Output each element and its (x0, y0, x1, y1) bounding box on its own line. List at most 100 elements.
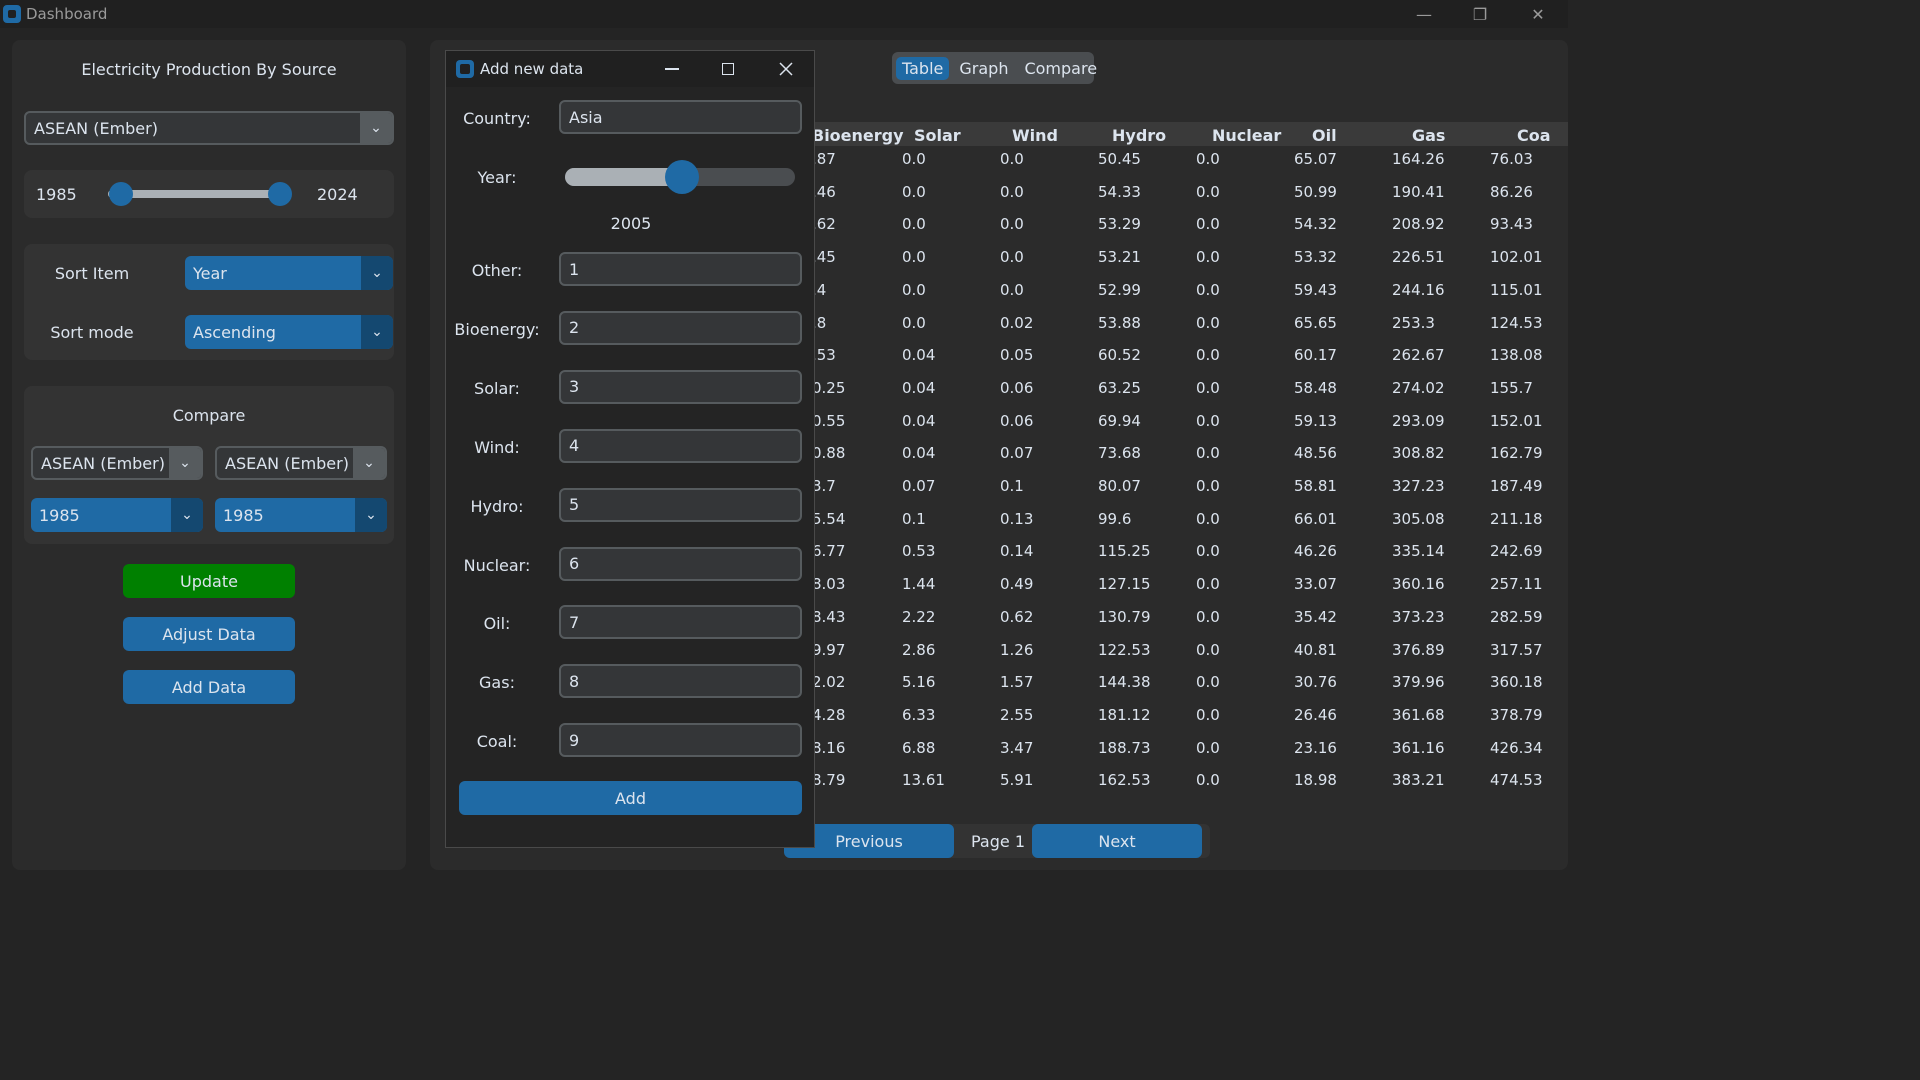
compare-region-b-value: ASEAN (Ember) (225, 453, 349, 473)
number-field[interactable]: 9 (559, 723, 802, 758)
table-cell: 0.02 (1000, 313, 1034, 332)
field-label: Hydro: (470, 496, 524, 516)
sort-mode-select[interactable]: Ascending ⌄ (185, 315, 393, 349)
compare-region-a-select[interactable]: ASEAN (Ember) ⌄ (31, 446, 203, 480)
add-button[interactable]: Add (459, 781, 802, 815)
field-label: Wind: (474, 437, 520, 457)
year-range-start: 1985 (36, 185, 77, 204)
chevron-down-icon: ⌄ (353, 448, 385, 478)
tab-graph[interactable]: Graph (953, 57, 1014, 80)
table-cell: 8.43 (812, 607, 846, 626)
table-cell: 0.0 (1196, 346, 1220, 365)
chevron-down-icon: ⌄ (355, 498, 387, 532)
table-cell: 0.0 (1196, 182, 1220, 201)
number-field[interactable]: 5 (559, 487, 802, 522)
table-cell: 335.14 (1392, 542, 1445, 561)
chevron-down-icon: ⌄ (171, 498, 203, 532)
compare-region-b-select[interactable]: ASEAN (Ember) ⌄ (215, 446, 387, 480)
table-cell: 0.25 (812, 378, 846, 397)
table-cell: 5.54 (812, 509, 846, 528)
maximize-icon[interactable] (712, 55, 744, 83)
table-cell: 474.53 (1490, 771, 1543, 790)
number-field[interactable]: 7 (559, 605, 802, 640)
table-cell: 211.18 (1490, 509, 1543, 528)
close-icon[interactable]: ✕ (1510, 0, 1566, 28)
table-cell: 65.65 (1294, 313, 1337, 332)
compare-year-a-select[interactable]: 1985 ⌄ (31, 498, 203, 532)
sort-item-select[interactable]: Year ⌄ (185, 256, 393, 290)
table-row: 3.7 0.07 0.1 80.07 0.0 58.81 327.23 187.49 (812, 477, 1568, 501)
table-cell: 8.16 (812, 738, 846, 757)
year-range-slider[interactable] (108, 190, 278, 198)
table-cell: 0.0 (1196, 509, 1220, 528)
year-value: 2005 (610, 214, 652, 233)
table-cell: 360.18 (1490, 673, 1543, 692)
column-header: Oil (1312, 126, 1337, 145)
year-range-end-handle[interactable] (268, 182, 292, 206)
next-button[interactable]: Next (1032, 824, 1202, 858)
year-range-end: 2024 (317, 185, 358, 204)
table-cell: 6.88 (902, 738, 936, 757)
number-field[interactable]: 2 (559, 310, 802, 345)
table-cell: 1.57 (1000, 673, 1034, 692)
column-header: Solar (914, 126, 961, 145)
sort-item-label: Sort Item (54, 264, 130, 283)
table-cell: 3.7 (812, 477, 836, 495)
minimize-icon[interactable]: — (1396, 0, 1452, 28)
table-cell: 0.04 (902, 378, 936, 397)
tab-compare[interactable]: Compare (1018, 57, 1103, 80)
chevron-down-icon: ⌄ (361, 315, 393, 349)
compare-year-b-value: 1985 (223, 505, 264, 525)
table-cell: 0.0 (1196, 248, 1220, 267)
table-cell: 188.73 (1098, 738, 1151, 757)
table-cell: 164.26 (1392, 150, 1445, 168)
minimize-icon[interactable] (656, 55, 688, 83)
number-field[interactable]: 3 (559, 369, 802, 404)
table-cell: 6.77 (812, 542, 846, 561)
table-row: .62 0.0 0.0 53.29 0.0 54.32 208.92 93.43 (812, 215, 1568, 239)
table-cell: 144.38 (1098, 673, 1151, 692)
number-field[interactable]: 4 (559, 428, 802, 463)
field-label: Oil: (483, 614, 511, 634)
close-icon[interactable] (770, 55, 802, 83)
year-slider[interactable] (565, 160, 795, 194)
add-data-button[interactable]: Add Data (123, 670, 295, 704)
compare-year-b-select[interactable]: 1985 ⌄ (215, 498, 387, 532)
table-cell: 0.0 (902, 182, 926, 201)
year-slider-handle[interactable] (664, 160, 699, 194)
update-button[interactable]: Update (123, 564, 295, 598)
window-titlebar: Dashboard — ❐ ✕ (0, 0, 1568, 28)
table-cell: 0.53 (902, 542, 936, 561)
column-header: Gas (1412, 126, 1446, 145)
table-cell: 5.16 (902, 673, 936, 692)
table-cell: 242.69 (1490, 542, 1543, 561)
table-cell: 46.26 (1294, 542, 1337, 561)
field-label: Coal: (476, 732, 518, 752)
table-cell: 0.0 (1000, 215, 1024, 234)
table-cell: 274.02 (1392, 378, 1445, 397)
table-cell: .53 (812, 346, 836, 365)
table-cell: 65.07 (1294, 150, 1337, 168)
sort-mode-value: Ascending (193, 322, 276, 342)
country-field[interactable]: Asia (559, 100, 802, 134)
table-cell: 0.04 (902, 346, 936, 365)
number-field[interactable]: 6 (559, 546, 802, 581)
table-cell: 226.51 (1392, 248, 1445, 267)
column-header: Nuclear (1212, 126, 1282, 145)
table-cell: 63.25 (1098, 378, 1141, 397)
number-field[interactable]: 1 (559, 252, 802, 286)
add-data-dialog: Add new data Country: Asia Year: 2005 Ad… (445, 50, 815, 848)
table-cell: 30.76 (1294, 673, 1337, 692)
year-range-start-handle[interactable] (109, 182, 133, 206)
compare-region-a-value: ASEAN (Ember) (41, 453, 165, 473)
adjust-data-button[interactable]: Adjust Data (123, 617, 295, 651)
table-cell: 293.09 (1392, 411, 1445, 430)
restore-icon[interactable]: ❐ (1452, 0, 1508, 28)
table-cell: 138.08 (1490, 346, 1543, 365)
number-field[interactable]: 8 (559, 664, 802, 699)
table-cell: 0.0 (1196, 444, 1220, 463)
table-cell: 361.68 (1392, 705, 1445, 724)
table-cell: 378.79 (1490, 705, 1543, 724)
region-select[interactable]: ASEAN (Ember) ⌄ (24, 111, 394, 145)
tab-table[interactable]: Table (896, 56, 950, 80)
